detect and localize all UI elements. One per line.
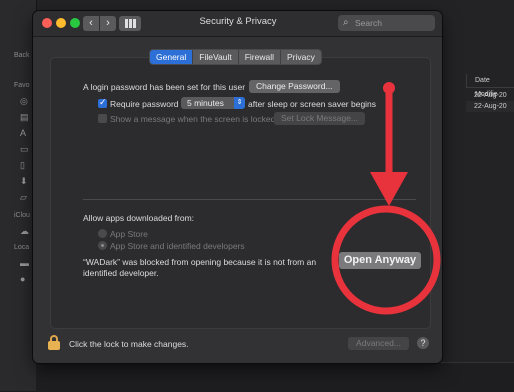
- change-password-button[interactable]: Change Password...: [249, 80, 340, 93]
- open-anyway-button[interactable]: Open Anyway: [339, 252, 421, 269]
- tab-bar: General FileVault Firewall Privacy: [150, 50, 321, 64]
- require-password-label: Require password: [110, 99, 179, 109]
- show-message-checkbox[interactable]: [98, 114, 107, 123]
- forward-button[interactable]: ›: [100, 16, 116, 31]
- login-password-text: A login password has been set for this u…: [83, 82, 246, 92]
- file-row-date[interactable]: 22-Aug-20: [466, 90, 514, 101]
- chevron-updown-icon: ⇕: [234, 97, 245, 109]
- show-all-grid-button[interactable]: [119, 16, 141, 31]
- window-title: Security & Privacy: [199, 16, 277, 27]
- folder-icon[interactable]: ▱: [20, 192, 30, 202]
- back-button[interactable]: ‹: [83, 16, 99, 31]
- sidebar-label-back: Back: [14, 52, 30, 59]
- zoom-button[interactable]: [70, 18, 80, 28]
- search-field[interactable]: ⌕ Search: [338, 15, 435, 31]
- recents-icon[interactable]: ▤: [20, 112, 30, 122]
- applications-icon[interactable]: A: [20, 128, 30, 138]
- advanced-button[interactable]: Advanced...: [348, 337, 409, 350]
- set-lock-message-button[interactable]: Set Lock Message...: [274, 112, 366, 125]
- blocked-message-line2: identified developer.: [83, 268, 159, 278]
- blocked-message-line1: “WADark” was blocked from opening becaus…: [83, 257, 317, 267]
- app-store-option-label: App Store: [110, 229, 148, 239]
- lock-text: Click the lock to make changes.: [69, 339, 189, 349]
- security-privacy-window: ‹ › Security & Privacy ⌕ Search General …: [33, 11, 442, 363]
- tab-filevault[interactable]: FileVault: [193, 50, 239, 64]
- tab-firewall[interactable]: Firewall: [238, 50, 281, 64]
- drive-icon[interactable]: ▬: [20, 258, 30, 268]
- file-row-date[interactable]: 22-Aug-20: [466, 101, 514, 112]
- documents-icon[interactable]: ▯: [20, 160, 30, 170]
- sidebar-label-icloud: iClou: [14, 212, 30, 219]
- identified-developers-radio[interactable]: [98, 241, 107, 250]
- sidebar-label-locations: Loca: [14, 244, 30, 251]
- require-password-delay-select[interactable]: 5 minutes ⇕: [181, 97, 245, 109]
- title-bar: ‹ › Security & Privacy ⌕ Search: [33, 11, 442, 37]
- column-header-date-modified[interactable]: Date Modifie: [466, 74, 514, 98]
- finder-status-bar: [36, 362, 514, 392]
- allow-apps-title: Allow apps downloaded from:: [83, 213, 195, 223]
- airdrop-icon[interactable]: ◎: [20, 96, 30, 106]
- search-icon: ⌕: [343, 17, 349, 28]
- sidebar-label-favorites: Favo: [14, 82, 30, 89]
- minimize-button[interactable]: [56, 18, 66, 28]
- require-delay-value: 5 minutes: [187, 98, 224, 108]
- tab-general[interactable]: General: [150, 50, 194, 64]
- desktop-icon[interactable]: ▭: [20, 144, 30, 154]
- show-message-label: Show a message when the screen is locked: [110, 114, 276, 124]
- icloud-drive-icon[interactable]: ☁: [20, 226, 30, 236]
- identified-developers-option-label: App Store and identified developers: [110, 241, 245, 251]
- finder-sidebar: Back Favo ◎ ▤ A ▭ ▯ ⬇ ▱ iClou ☁ Loca ▬ ●: [0, 0, 37, 391]
- lock-icon[interactable]: [48, 335, 60, 350]
- section-divider: [83, 199, 416, 200]
- close-button[interactable]: [42, 18, 52, 28]
- after-sleep-text: after sleep or screen saver begins: [248, 99, 377, 109]
- search-placeholder: Search: [355, 18, 382, 28]
- require-password-checkbox[interactable]: [98, 97, 107, 108]
- tab-privacy[interactable]: Privacy: [280, 50, 321, 64]
- help-button[interactable]: ?: [417, 337, 429, 349]
- disk-icon[interactable]: ●: [20, 274, 30, 284]
- finder-file-list: Date Modifie 22-Aug-20 22-Aug-20: [440, 0, 514, 391]
- app-store-radio[interactable]: [98, 229, 107, 238]
- downloads-icon[interactable]: ⬇: [20, 176, 30, 186]
